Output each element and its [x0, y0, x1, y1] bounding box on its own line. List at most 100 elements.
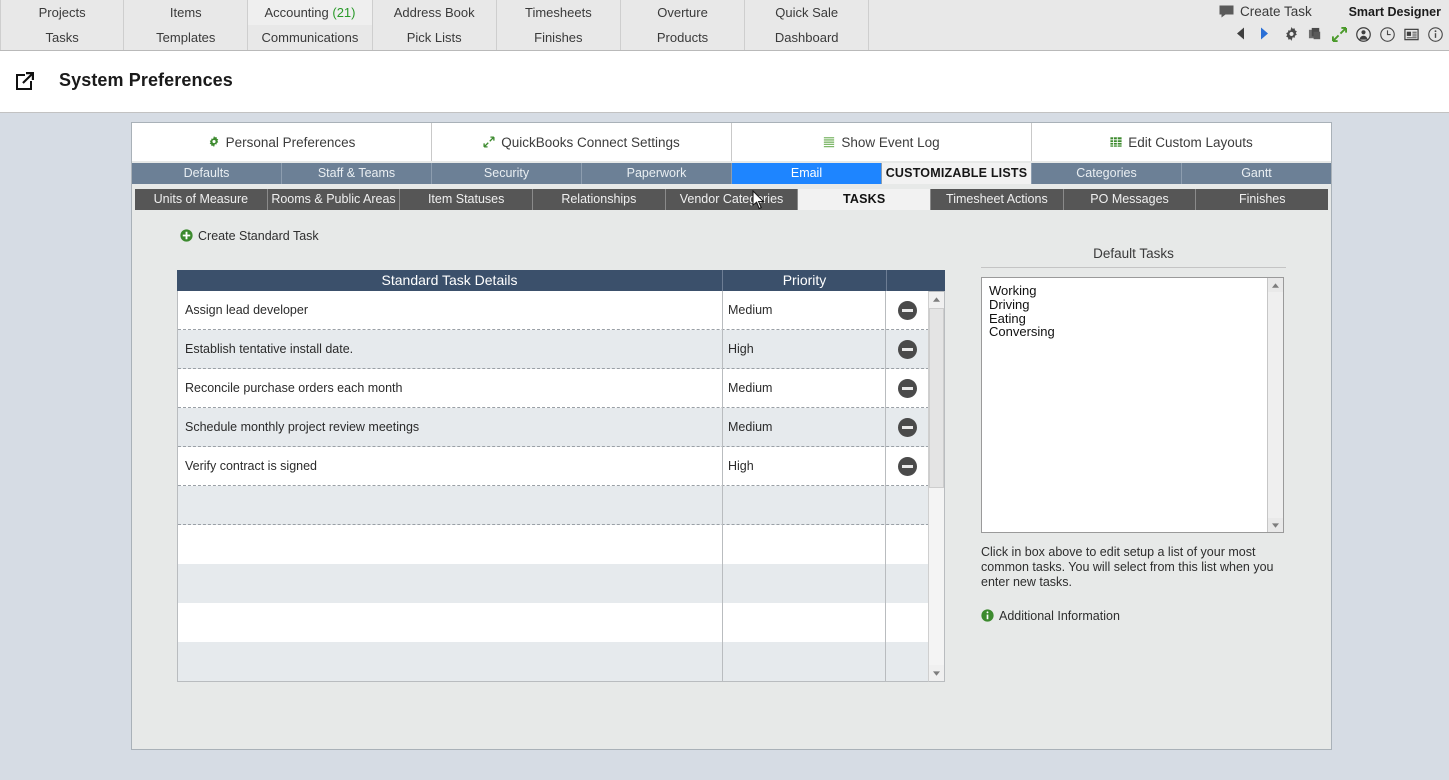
tab-gantt[interactable]: Gantt [1182, 163, 1331, 184]
tab-customizable-lists[interactable]: CUSTOMIZABLE LISTS [882, 163, 1032, 184]
subtab-units-of-measure[interactable]: Units of Measure [135, 189, 268, 210]
subtab-item-statuses[interactable]: Item Statuses [400, 189, 534, 210]
top-nav-item-timesheets[interactable]: Timesheets [496, 0, 621, 25]
top-nav-item-dashboard[interactable]: Dashboard [745, 25, 870, 50]
default-tasks-scrollbar[interactable] [1267, 278, 1283, 532]
top-nav-item-pick-lists[interactable]: Pick Lists [372, 25, 497, 50]
remove-row-icon[interactable] [898, 456, 917, 476]
cell-task-details[interactable] [178, 525, 723, 564]
table-row[interactable] [178, 485, 944, 525]
cell-priority[interactable]: Medium [723, 368, 886, 408]
cell-priority[interactable]: High [723, 329, 886, 369]
back-arrow-icon[interactable] [1236, 27, 1251, 42]
cell-priority[interactable]: High [723, 446, 886, 486]
info-icon[interactable] [1428, 27, 1443, 42]
tab-staff-teams[interactable]: Staff & Teams [282, 163, 432, 184]
scrollbar-thumb[interactable] [929, 308, 944, 488]
top-nav-item-templates[interactable]: Templates [124, 25, 249, 50]
tab-categories[interactable]: Categories [1032, 163, 1182, 184]
button-show-event-log[interactable]: Show Event Log [732, 123, 1032, 161]
top-nav-item-accounting[interactable]: Accounting (21) [248, 0, 373, 25]
button-quickbooks-connect-settings[interactable]: QuickBooks Connect Settings [432, 123, 732, 161]
table-row[interactable]: Verify contract is signed High [178, 446, 944, 486]
cell-priority[interactable]: Medium [723, 291, 886, 330]
cell-task-details[interactable]: Schedule monthly project review meetings [178, 407, 723, 447]
cell-priority[interactable]: Medium [723, 407, 886, 447]
top-nav-item-tasks[interactable]: Tasks [0, 25, 125, 50]
cell-task-details[interactable]: Assign lead developer [178, 291, 723, 330]
subtab-po-messages[interactable]: PO Messages [1063, 189, 1197, 210]
top-nav-item-address-book[interactable]: Address Book [372, 0, 497, 25]
scrollbar-track[interactable] [929, 308, 944, 665]
table-row[interactable] [178, 525, 944, 564]
subtab-timesheet-actions[interactable]: Timesheet Actions [931, 189, 1064, 210]
tab-email[interactable]: Email [732, 163, 882, 184]
default-task-item[interactable]: Conversing [989, 325, 1277, 339]
cell-task-details[interactable]: Establish tentative install date. [178, 329, 723, 369]
cell-task-details[interactable] [178, 642, 723, 681]
table-vertical-scrollbar[interactable] [928, 291, 945, 682]
remove-row-icon[interactable] [898, 378, 917, 398]
scroll-down-icon[interactable] [929, 666, 944, 681]
table-row[interactable] [178, 642, 944, 681]
cell-task-details[interactable] [178, 485, 723, 525]
table-row[interactable]: Establish tentative install date. High [178, 329, 944, 369]
expand-icon[interactable] [1332, 27, 1347, 42]
top-nav-item-items[interactable]: Items [124, 0, 249, 25]
cell-priority[interactable] [723, 642, 886, 681]
default-task-item[interactable]: Working [989, 284, 1277, 298]
top-nav-item-quick-sale[interactable]: Quick Sale [745, 0, 870, 25]
tab-paperwork[interactable]: Paperwork [582, 163, 732, 184]
subtab-tasks[interactable]: TASKS [798, 189, 932, 210]
subtab-finishes[interactable]: Finishes [1196, 189, 1329, 210]
table-row[interactable]: Reconcile purchase orders each month Medi… [178, 368, 944, 408]
external-link-icon[interactable] [14, 70, 36, 95]
cell-task-details[interactable] [178, 564, 723, 603]
top-nav-item-overture[interactable]: Overture [620, 0, 746, 25]
cell-task-details[interactable]: Verify contract is signed [178, 446, 723, 486]
table-row[interactable]: Schedule monthly project review meetings… [178, 407, 944, 447]
table-row[interactable] [178, 564, 944, 603]
top-nav-item-projects[interactable]: Projects [0, 0, 125, 25]
create-task-button[interactable]: Create Task [1219, 4, 1312, 21]
cell-priority[interactable] [723, 603, 886, 642]
default-task-item[interactable]: Eating [989, 312, 1277, 326]
scroll-down-icon[interactable] [1268, 518, 1283, 532]
clock-icon[interactable] [1380, 27, 1395, 42]
create-standard-task-button[interactable]: Create Standard Task [180, 229, 319, 245]
scroll-up-icon[interactable] [1268, 278, 1283, 292]
gear-icon[interactable] [1284, 27, 1299, 42]
table-body: Assign lead developer Medium Establish ten… [177, 291, 945, 682]
cell-priority[interactable] [723, 525, 886, 564]
remove-row-icon[interactable] [898, 417, 917, 437]
forward-arrow-icon[interactable] [1260, 27, 1275, 42]
table-row[interactable]: Assign lead developer Medium [178, 291, 944, 330]
remove-row-icon[interactable] [898, 300, 917, 320]
top-nav-item-count: (21) [328, 5, 356, 20]
tab-security[interactable]: Security [432, 163, 582, 184]
cell-priority[interactable] [723, 485, 886, 525]
cell-task-details[interactable] [178, 603, 723, 642]
cell-actions [886, 486, 929, 525]
default-task-item[interactable]: Driving [989, 298, 1277, 312]
additional-information-link[interactable]: Additional Information [981, 609, 1286, 625]
top-nav-item-products[interactable]: Products [620, 25, 746, 50]
copy-icon[interactable] [1308, 27, 1323, 42]
button-personal-preferences[interactable]: Personal Preferences [132, 123, 432, 161]
cell-task-details[interactable]: Reconcile purchase orders each month [178, 368, 723, 408]
button-edit-custom-layouts[interactable]: Edit Custom Layouts [1032, 123, 1331, 161]
subtab-vendor-categories[interactable]: Vendor Categories [665, 189, 799, 210]
remove-row-icon[interactable] [898, 339, 917, 359]
subtab-rooms-public-areas[interactable]: Rooms & Public Areas [267, 189, 401, 210]
tab-defaults[interactable]: Defaults [132, 163, 282, 184]
default-tasks-list[interactable]: Working Driving Eating Conversing [982, 278, 1283, 339]
cell-priority[interactable] [723, 564, 886, 603]
card-icon[interactable] [1404, 27, 1419, 42]
table-row[interactable] [178, 603, 944, 642]
user-icon[interactable] [1356, 27, 1371, 42]
top-nav-item-finishes[interactable]: Finishes [496, 25, 621, 50]
subtab-relationships[interactable]: Relationships [533, 189, 666, 210]
default-tasks-textbox[interactable]: Working Driving Eating Conversing [981, 277, 1284, 533]
top-nav-item-communications[interactable]: Communications [248, 25, 373, 50]
scroll-up-icon[interactable] [929, 292, 944, 307]
